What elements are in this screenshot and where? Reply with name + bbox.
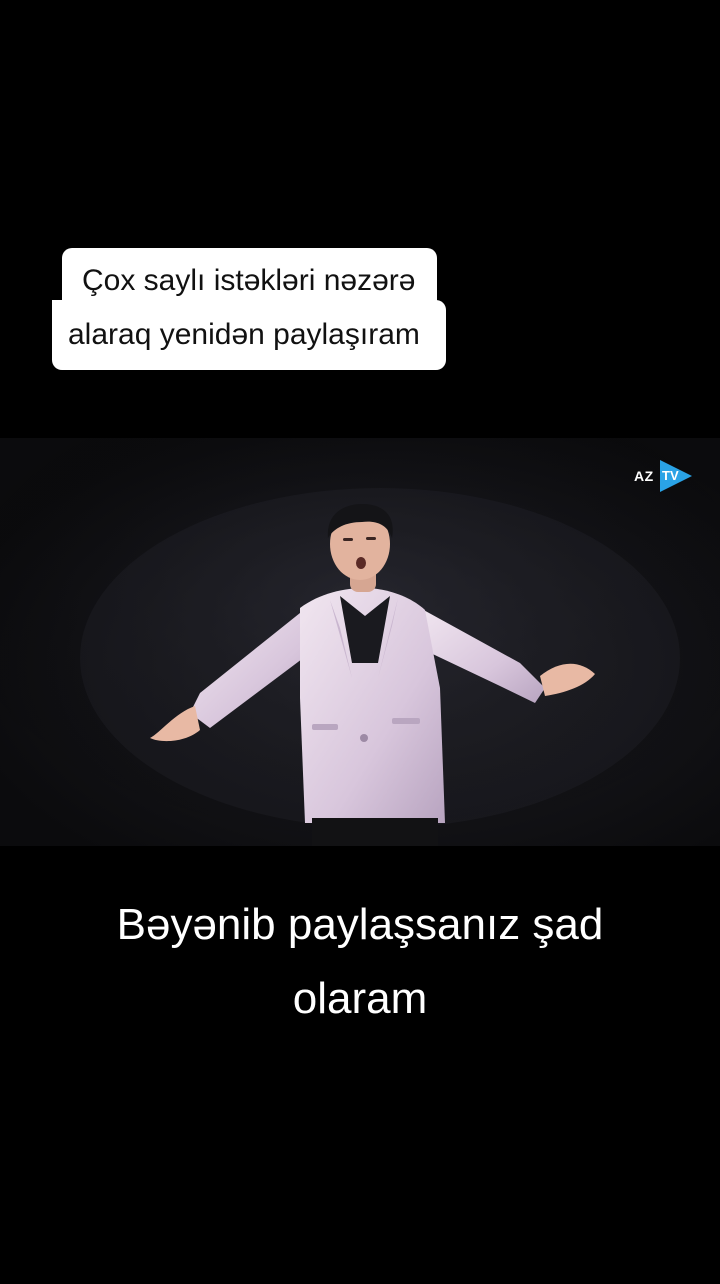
top-caption-line-2: alaraq yenidən paylaşıram [52,300,446,370]
video-frame[interactable] [0,438,720,846]
singer-scene [0,438,720,846]
logo-tv-text: TV [662,468,679,483]
bottom-caption-line-1: Bəyənib paylaşsanız şad [116,900,604,949]
bottom-caption-line-2: olaram [292,974,428,1023]
bottom-caption: Bəyənib paylaşsanız şad olaram [40,888,680,1036]
top-caption: Çox saylı istəkləri nəzərə alaraq yenidə… [52,248,522,370]
logo-az-text: AZ [634,468,654,484]
aztv-logo: AZ TV [634,459,696,493]
